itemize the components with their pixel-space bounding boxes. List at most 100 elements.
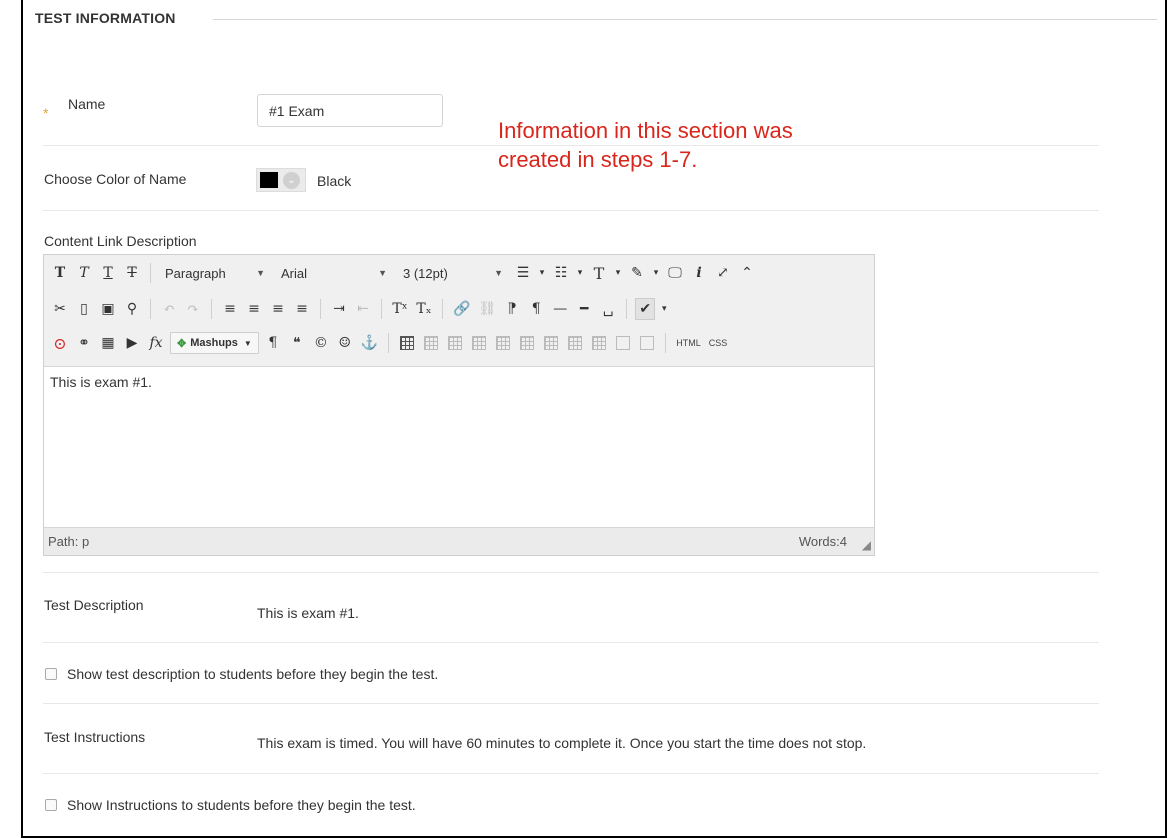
editor-content[interactable]: This is exam #1.: [44, 366, 874, 527]
bullet-list-icon[interactable]: ☰: [513, 262, 533, 284]
show-description-label[interactable]: Show test description to students before…: [67, 666, 438, 682]
indent-icon[interactable]: ⇥: [329, 298, 349, 320]
numbered-list-icon[interactable]: ☷: [551, 262, 571, 284]
record-icon[interactable]: ⊙: [50, 332, 70, 354]
table-split-cell-icon[interactable]: [613, 332, 633, 354]
chevron-down-icon[interactable]: ▾: [575, 262, 585, 284]
required-indicator: *: [43, 105, 49, 121]
color-value: Black: [317, 173, 352, 189]
underline-button[interactable]: T: [98, 262, 118, 284]
table-cell-props-icon[interactable]: [445, 332, 465, 354]
media-icon[interactable]: ▶: [122, 332, 142, 354]
color-swatch: [260, 172, 278, 188]
text-color-icon[interactable]: T: [589, 262, 609, 284]
chevron-down-icon[interactable]: ▾: [651, 262, 661, 284]
superscript-icon[interactable]: Tˣ: [390, 298, 410, 320]
emoticon-icon[interactable]: ☺: [335, 332, 355, 354]
font-size-select[interactable]: 3 (12pt) ▼: [397, 262, 509, 284]
test-description-value: This is exam #1.: [257, 605, 359, 621]
italic-button[interactable]: T: [74, 262, 94, 284]
test-instructions-label: Test Instructions: [44, 729, 146, 745]
chevron-down-icon: ▼: [256, 268, 265, 278]
table-row-props-icon[interactable]: [421, 332, 441, 354]
paragraph-icon[interactable]: ¶: [263, 332, 283, 354]
content-link-label: Content Link Description: [44, 233, 197, 249]
css-button[interactable]: CSS: [707, 332, 730, 354]
blockquote-icon[interactable]: ❝: [287, 332, 307, 354]
undo-icon[interactable]: ↶: [159, 298, 179, 320]
name-input[interactable]: [257, 94, 443, 127]
outdent-icon[interactable]: ⇤: [353, 298, 373, 320]
show-instructions-checkbox[interactable]: [45, 799, 57, 811]
image-icon[interactable]: ▦: [98, 332, 118, 354]
copyright-icon[interactable]: ©: [311, 332, 331, 354]
align-right-icon[interactable]: ≡: [268, 298, 288, 320]
strikethrough-button[interactable]: T: [122, 262, 142, 284]
spellcheck-icon[interactable]: ✔: [635, 298, 656, 320]
divider: [43, 210, 1099, 211]
color-picker[interactable]: ⌄: [256, 168, 306, 192]
table-insert-col-after-icon[interactable]: [565, 332, 585, 354]
horizontal-rule-icon[interactable]: —: [550, 298, 570, 320]
chevron-down-icon: ▼: [243, 338, 252, 348]
info-icon[interactable]: i: [689, 262, 709, 284]
copy-icon[interactable]: ▯: [74, 298, 94, 320]
paste-icon[interactable]: ▣: [98, 298, 118, 320]
divider: [43, 703, 1099, 704]
align-center-icon[interactable]: ≡: [244, 298, 264, 320]
callout-line-1: Information in this section was: [498, 118, 793, 143]
nonbreaking-space-icon[interactable]: ␣: [598, 298, 618, 320]
callout-line-2: created in steps 1-7.: [498, 147, 698, 172]
show-description-checkbox[interactable]: [45, 668, 57, 680]
align-justify-icon[interactable]: ≡: [292, 298, 312, 320]
test-description-label: Test Description: [44, 597, 144, 613]
resize-handle-icon[interactable]: ◢: [862, 538, 871, 552]
html-button[interactable]: HTML: [674, 332, 703, 354]
chevron-down-icon[interactable]: ▾: [613, 262, 623, 284]
table-icon[interactable]: [397, 332, 417, 354]
table-delete-col-icon[interactable]: [589, 332, 609, 354]
cut-icon[interactable]: ✂: [50, 298, 70, 320]
align-left-icon[interactable]: ≡: [220, 298, 240, 320]
unlink-icon[interactable]: ⛓: [476, 298, 498, 320]
format-select[interactable]: Paragraph ▼: [159, 262, 271, 284]
show-instructions-label[interactable]: Show Instructions to students before the…: [67, 797, 416, 813]
highlight-icon[interactable]: ✎: [627, 262, 647, 284]
word-count: Words:4: [798, 534, 847, 549]
thick-rule-icon[interactable]: ━: [574, 298, 594, 320]
collapse-icon[interactable]: ⌃: [737, 262, 757, 284]
status-path: Path: p: [48, 534, 90, 549]
subscript-icon[interactable]: Tₓ: [414, 298, 434, 320]
table-insert-row-after-icon[interactable]: [493, 332, 513, 354]
fullscreen-icon[interactable]: ⤢: [713, 262, 733, 284]
chevron-down-icon[interactable]: ▾: [659, 298, 669, 320]
test-instructions-value: This exam is timed. You will have 60 min…: [257, 735, 867, 751]
preview-icon[interactable]: 🖵: [665, 262, 685, 284]
font-select[interactable]: Arial ▼: [275, 262, 393, 284]
bold-button[interactable]: T: [50, 262, 70, 284]
section-divider: [213, 19, 1157, 20]
divider: [43, 773, 1099, 774]
chevron-down-icon[interactable]: ▾: [537, 262, 547, 284]
redo-icon[interactable]: ↷: [183, 298, 203, 320]
editor-status-bar: Path: p Words:4 ◢: [44, 527, 874, 555]
color-label: Choose Color of Name: [44, 171, 187, 187]
anchor-icon[interactable]: ⚓: [359, 332, 380, 354]
mashups-icon: ✥: [177, 337, 187, 350]
ltr-icon[interactable]: ⁋: [502, 298, 522, 320]
table-merge-cell-icon[interactable]: [637, 332, 657, 354]
divider: [43, 572, 1099, 573]
math-icon[interactable]: fx: [146, 332, 166, 354]
find-icon[interactable]: ⚲: [122, 298, 142, 320]
table-insert-col-before-icon[interactable]: [541, 332, 561, 354]
table-delete-row-icon[interactable]: [517, 332, 537, 354]
chevron-down-icon: ⌄: [283, 172, 300, 189]
mashups-button[interactable]: ✥ Mashups ▼: [170, 332, 259, 354]
attachment-icon[interactable]: ⚭: [74, 332, 94, 354]
editor-toolbar: T T T T Paragraph ▼ Arial ▼ 3 (12pt) ▼ ☰ ▾ ☷…: [44, 255, 874, 367]
rich-text-editor: T T T T Paragraph ▼ Arial ▼ 3 (12pt) ▼ ☰ ▾ ☷…: [43, 254, 875, 556]
link-icon[interactable]: 🔗: [451, 298, 472, 320]
divider: [43, 145, 1099, 146]
rtl-icon[interactable]: ¶: [526, 298, 546, 320]
table-insert-row-before-icon[interactable]: [469, 332, 489, 354]
